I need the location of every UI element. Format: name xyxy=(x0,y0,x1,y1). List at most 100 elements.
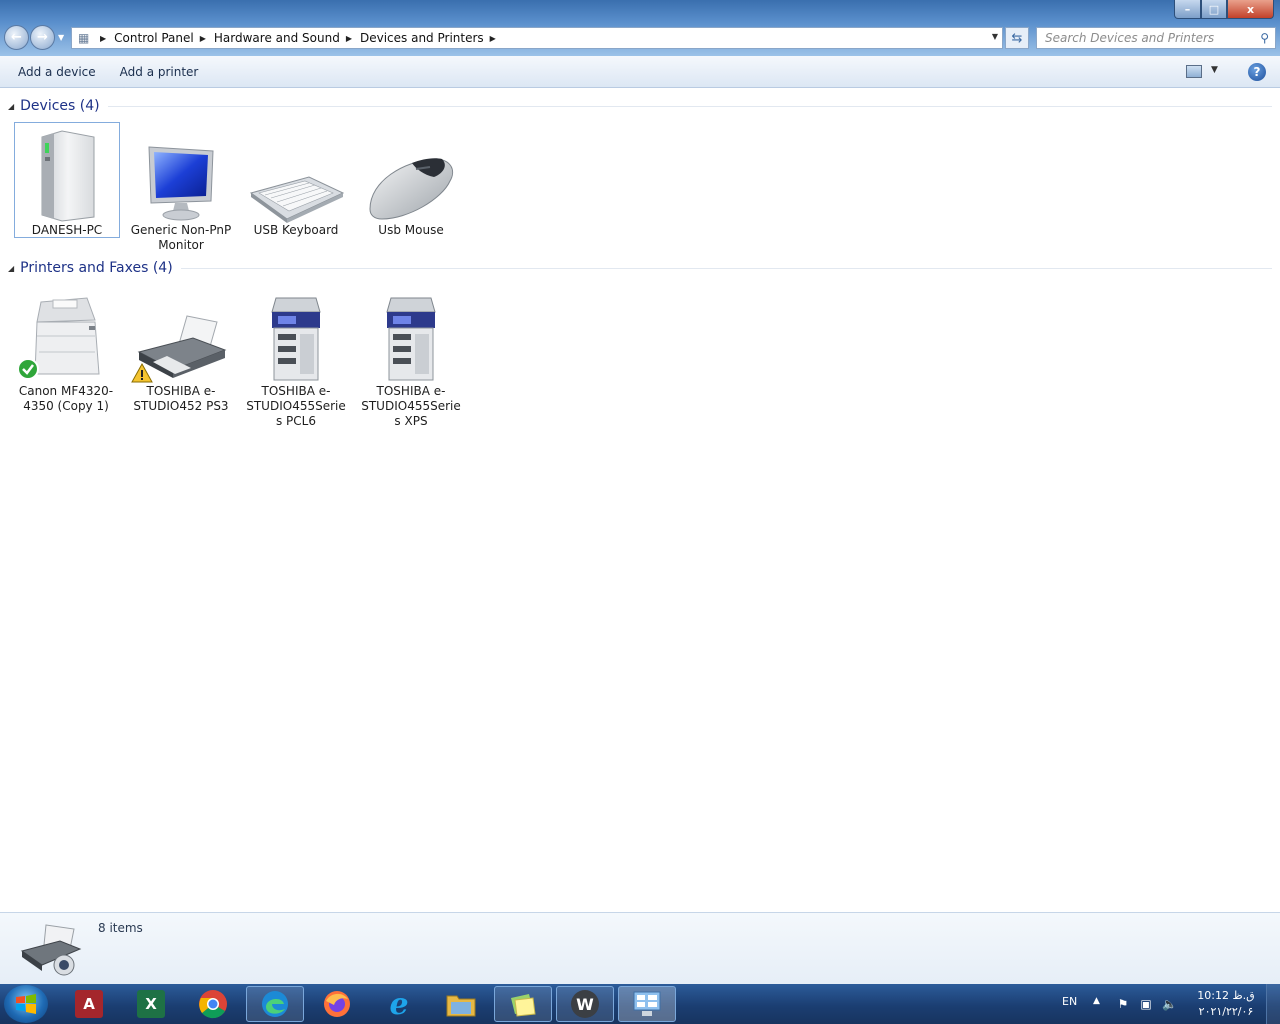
chrome-icon xyxy=(199,990,227,1019)
breadcrumb-separator[interactable]: ▶ xyxy=(490,34,496,43)
devices-view: ◢ Devices (4) DANESH-PC Generic Non-PnP … xyxy=(0,88,1280,912)
access-icon: A xyxy=(75,990,103,1018)
details-pane: 8 items xyxy=(0,912,1280,984)
language-indicator[interactable]: EN xyxy=(1062,995,1077,1008)
change-view-icon[interactable] xyxy=(1186,65,1202,78)
breadcrumb-separator[interactable]: ▶ xyxy=(200,34,206,43)
breadcrumb-separator[interactable]: ▶ xyxy=(100,34,106,43)
device-item-danesh-pc[interactable]: DANESH-PC xyxy=(14,122,120,238)
inkjet-printer-icon xyxy=(128,284,234,384)
back-button[interactable]: ← xyxy=(4,25,29,50)
taskbar-chrome[interactable] xyxy=(184,986,242,1022)
address-dropdown-icon[interactable]: ▼ xyxy=(992,32,998,41)
arrow-right-icon: → xyxy=(37,30,48,45)
close-button[interactable]: x xyxy=(1227,0,1274,19)
printers-group-title: Printers and Faxes (4) xyxy=(20,260,173,276)
printer-item-toshiba-xps[interactable]: TOSHIBA e-STUDIO455Series XPS xyxy=(358,284,464,431)
taskbar-file-explorer[interactable] xyxy=(432,986,490,1022)
wps-writer-icon: W xyxy=(571,990,599,1018)
monitor-icon xyxy=(128,123,234,223)
internet-explorer-icon: e xyxy=(389,986,409,1022)
printer-item-toshiba-pcl6[interactable]: TOSHIBA e-STUDIO455Series PCL6 xyxy=(243,284,349,431)
show-desktop-button[interactable] xyxy=(1266,984,1280,1024)
help-button[interactable]: ? xyxy=(1248,63,1266,81)
taskbar-access[interactable]: A xyxy=(60,986,118,1022)
view-options-dropdown-icon[interactable]: ▼ xyxy=(1211,65,1218,75)
printer-label: TOSHIBA e-STUDIO452 PS3 xyxy=(133,384,229,413)
window-controls: – □ x xyxy=(1174,0,1274,19)
devices-and-printers-icon xyxy=(16,919,84,982)
windows-logo-icon xyxy=(16,994,36,1014)
printers-group-header[interactable]: ◢ Printers and Faxes (4) xyxy=(8,260,1272,276)
taskbar-internet-explorer[interactable]: e xyxy=(370,986,428,1022)
excel-icon: X xyxy=(137,990,165,1018)
search-placeholder: Search Devices and Printers xyxy=(1045,31,1215,45)
computer-tower-icon xyxy=(15,123,119,223)
device-item-usb-mouse[interactable]: Usb Mouse xyxy=(358,123,464,240)
maximize-button[interactable]: □ xyxy=(1201,0,1227,19)
printer-item-canon[interactable]: Canon MF4320-4350 (Copy 1) xyxy=(13,284,119,416)
taskbar: A X e W EN ▲ ⚑ ▣ 🔈 10:12 ق.ظ ۲۰۲۱/۲۲/۰۶ xyxy=(0,984,1280,1024)
command-bar: Add a device Add a printer ▼ ? xyxy=(0,56,1280,88)
refresh-button[interactable]: ⇆ xyxy=(1005,27,1029,49)
show-hidden-icons-button[interactable]: ▲ xyxy=(1093,996,1100,1006)
device-item-usb-keyboard[interactable]: USB Keyboard xyxy=(243,123,349,240)
clock[interactable]: 10:12 ق.ظ ۲۰۲۱/۲۲/۰۶ xyxy=(1190,988,1262,1020)
breadcrumb-hardware-and-sound[interactable]: Hardware and Sound xyxy=(214,31,340,45)
mouse-icon xyxy=(358,123,464,223)
window-titlebar: – □ x ← → ▼ ▦ ▶ Control Panel ▶ Hardware… xyxy=(0,0,1280,56)
firefox-icon xyxy=(324,991,350,1017)
clock-date: ۲۰۲۱/۲۲/۰۶ xyxy=(1198,1005,1254,1018)
warning-badge xyxy=(131,362,153,383)
search-icon[interactable]: ⚲ xyxy=(1260,31,1269,45)
start-button[interactable] xyxy=(4,985,48,1023)
sticky-notes-icon xyxy=(511,994,536,1017)
collapse-arrow-icon[interactable]: ◢ xyxy=(8,102,14,111)
breadcrumb-separator[interactable]: ▶ xyxy=(346,34,352,43)
search-input[interactable]: Search Devices and Printers ⚲ xyxy=(1036,27,1276,49)
file-explorer-icon xyxy=(446,995,476,1017)
arrow-left-icon: ← xyxy=(11,30,22,45)
devices-group-header[interactable]: ◢ Devices (4) xyxy=(8,98,1272,114)
network-icon[interactable]: ▣ xyxy=(1139,997,1153,1011)
printer-label: TOSHIBA e-STUDIO455Series XPS xyxy=(361,384,461,428)
group-divider xyxy=(180,267,1272,269)
copier-icon xyxy=(358,284,464,384)
address-bar[interactable]: ▦ ▶ Control Panel ▶ Hardware and Sound ▶… xyxy=(71,27,1003,49)
volume-icon[interactable]: 🔈 xyxy=(1162,997,1177,1011)
group-divider xyxy=(107,105,1272,107)
control-panel-icon: ▦ xyxy=(78,31,90,45)
printer-label: TOSHIBA e-STUDIO455Series PCL6 xyxy=(246,384,346,428)
taskbar-excel[interactable]: X xyxy=(122,986,180,1022)
recent-pages-dropdown[interactable]: ▼ xyxy=(58,33,64,42)
collapse-arrow-icon[interactable]: ◢ xyxy=(8,264,14,273)
refresh-icon: ⇆ xyxy=(1011,30,1023,46)
action-center-flag-icon[interactable]: ⚑ xyxy=(1116,997,1130,1011)
breadcrumb-control-panel[interactable]: Control Panel xyxy=(114,31,194,45)
taskbar-devices-and-printers[interactable] xyxy=(618,986,676,1022)
device-item-generic-monitor[interactable]: Generic Non-PnP Monitor xyxy=(128,123,234,255)
default-check-badge xyxy=(17,358,39,380)
edge-icon xyxy=(262,991,288,1017)
taskbar-sticky-notes[interactable] xyxy=(494,986,552,1022)
clock-time: 10:12 ق.ظ xyxy=(1197,989,1255,1002)
add-printer-button[interactable]: Add a printer xyxy=(120,65,199,79)
forward-button[interactable]: → xyxy=(30,25,55,50)
devices-group-title: Devices (4) xyxy=(20,98,100,114)
keyboard-icon xyxy=(243,123,349,223)
taskbar-firefox[interactable] xyxy=(308,986,366,1022)
breadcrumb-devices-and-printers[interactable]: Devices and Printers xyxy=(360,31,484,45)
add-device-button[interactable]: Add a device xyxy=(18,65,96,79)
copier-icon xyxy=(243,284,349,384)
taskbar-wps-writer[interactable]: W xyxy=(556,986,614,1022)
printer-label: Canon MF4320-4350 (Copy 1) xyxy=(18,384,114,413)
taskbar-edge[interactable] xyxy=(246,986,304,1022)
device-label: USB Keyboard xyxy=(253,223,339,237)
devices-and-printers-icon xyxy=(633,991,661,1016)
device-label: DANESH-PC xyxy=(31,223,103,237)
item-count: 8 items xyxy=(98,921,143,935)
printer-item-toshiba-ps3[interactable]: TOSHIBA e-STUDIO452 PS3 xyxy=(128,284,234,416)
device-label: Generic Non-PnP Monitor xyxy=(130,223,232,252)
multifunction-printer-icon xyxy=(13,284,119,384)
minimize-button[interactable]: – xyxy=(1174,0,1201,19)
